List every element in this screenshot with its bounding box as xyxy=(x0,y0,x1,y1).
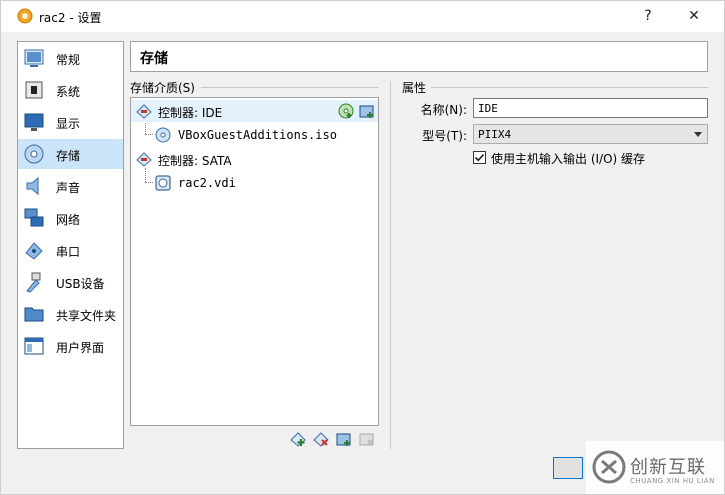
remove-controller-icon[interactable] xyxy=(313,431,329,447)
sidebar-item-label: 声音 xyxy=(56,181,81,195)
watermark-subtext: CHUANG XIN HU LIAN xyxy=(630,477,715,485)
sata-controller-icon xyxy=(136,152,152,167)
controller-type-value: PIIX4 xyxy=(478,128,512,141)
sidebar-item-storage[interactable]: 存储 xyxy=(18,139,123,169)
window-title: rac2 - 设置 xyxy=(39,11,102,25)
sidebar-item-user-interface[interactable]: 用户界面 xyxy=(18,331,123,361)
close-button[interactable]: ✕ xyxy=(679,6,709,26)
controller-type-select[interactable]: PIIX4 xyxy=(473,124,708,144)
display-icon xyxy=(24,113,44,131)
tree-item-hard-disk[interactable]: rac2.vdi xyxy=(131,172,378,194)
host-io-cache-checkbox[interactable] xyxy=(473,151,486,164)
user-interface-icon xyxy=(24,337,44,355)
tree-item-label: 控制器: SATA xyxy=(158,154,232,168)
sidebar-item-label: USB设备 xyxy=(56,277,105,291)
usb-icon xyxy=(26,272,41,293)
tree-item-label: VBoxGuestAdditions.iso xyxy=(178,128,337,142)
sidebar-item-shared-folders[interactable]: 共享文件夹 xyxy=(18,299,123,329)
pane-divider[interactable] xyxy=(390,81,391,449)
system-icon xyxy=(25,81,43,99)
optical-disk-icon xyxy=(155,127,171,143)
virtualbox-app-icon xyxy=(17,8,33,24)
settings-sidebar: 常规 系统 显示 存储 声音 网络 串口 USB设备 共享文件夹 用户界面 xyxy=(17,41,124,449)
storage-icon xyxy=(24,144,44,164)
shared-folder-icon xyxy=(24,307,44,322)
add-hard-disk-icon[interactable] xyxy=(359,103,375,119)
general-icon xyxy=(24,49,44,67)
title-bar: rac2 - 设置 ? ✕ xyxy=(1,1,724,32)
tree-item-optical-disk[interactable]: VBoxGuestAdditions.iso xyxy=(131,124,378,146)
add-controller-icon[interactable] xyxy=(290,431,306,447)
sidebar-item-serial-port[interactable]: 串口 xyxy=(18,235,123,265)
tree-item-label: rac2.vdi xyxy=(178,176,236,190)
checkmark-icon xyxy=(474,153,485,162)
name-field-label: 名称(N): xyxy=(420,103,467,117)
sidebar-item-display[interactable]: 显示 xyxy=(18,107,123,137)
sidebar-item-system[interactable]: 系统 xyxy=(18,75,123,105)
storage-devices-group-label: 存储介质(S) xyxy=(130,81,195,95)
settings-window: rac2 - 设置 ? ✕ 常规 系统 显示 存储 声音 网络 串口 USB设备… xyxy=(0,0,725,495)
page-heading-box: 存储 xyxy=(130,41,708,72)
sidebar-item-usb[interactable]: USB设备 xyxy=(18,267,123,297)
sidebar-item-label: 共享文件夹 xyxy=(56,309,117,323)
sidebar-item-label: 存储 xyxy=(56,149,81,163)
ok-button[interactable] xyxy=(553,457,583,479)
sidebar-item-label: 网络 xyxy=(56,213,81,227)
network-icon xyxy=(24,208,44,227)
chevron-down-icon xyxy=(694,132,702,137)
add-optical-drive-icon[interactable] xyxy=(338,103,354,119)
type-field-label: 型号(T): xyxy=(422,129,467,143)
sidebar-item-label: 串口 xyxy=(56,245,81,259)
sidebar-item-general[interactable]: 常规 xyxy=(18,43,123,73)
group-separator xyxy=(431,87,708,88)
tree-item-label: 控制器: IDE xyxy=(158,106,223,120)
sidebar-item-audio[interactable]: 声音 xyxy=(18,171,123,201)
watermark: 创新互联 CHUANG XIN HU LIAN xyxy=(586,441,724,494)
help-button[interactable]: ? xyxy=(633,6,663,26)
tree-item-ide-controller[interactable]: 控制器: IDE xyxy=(131,100,378,122)
hard-disk-icon xyxy=(155,175,171,191)
serial-port-icon xyxy=(25,242,43,260)
sidebar-item-label: 用户界面 xyxy=(56,341,105,355)
sidebar-item-label: 系统 xyxy=(56,85,81,99)
remove-attachment-icon[interactable] xyxy=(359,431,375,447)
page-title: 存储 xyxy=(140,51,168,67)
add-attachment-icon[interactable] xyxy=(336,431,352,447)
sidebar-item-label: 显示 xyxy=(56,117,81,131)
host-io-cache-label: 使用主机输入输出 (I/O) 缓存 xyxy=(491,152,646,166)
watermark-text: 创新互联 xyxy=(630,457,706,478)
sidebar-item-network[interactable]: 网络 xyxy=(18,203,123,233)
ide-controller-icon xyxy=(136,104,152,119)
group-separator xyxy=(201,87,379,88)
tree-item-sata-controller[interactable]: 控制器: SATA xyxy=(131,148,378,170)
watermark-logo xyxy=(592,450,626,484)
attributes-group-label: 属性 xyxy=(402,81,427,95)
audio-icon xyxy=(26,176,39,196)
sidebar-item-label: 常规 xyxy=(56,53,81,67)
storage-tree[interactable]: 控制器: IDE VBoxGuestAdditions.iso 控制器: SAT… xyxy=(130,97,379,426)
controller-name-input[interactable]: IDE xyxy=(473,98,708,118)
